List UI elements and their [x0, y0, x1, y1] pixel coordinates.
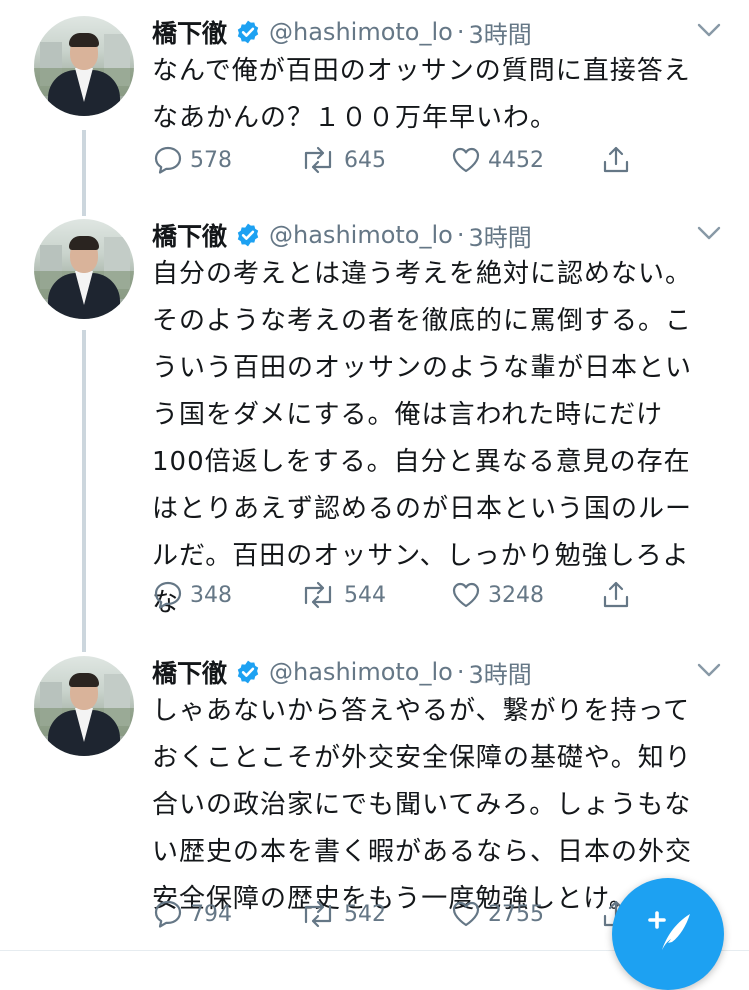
verified-badge-icon [235, 659, 261, 685]
like-button[interactable]: 4452 [450, 142, 544, 178]
share-icon [603, 581, 629, 608]
author-name[interactable]: 橋下徹 [152, 654, 227, 690]
retweet-button[interactable]: 645 [298, 142, 386, 178]
retweet-icon [304, 900, 332, 928]
like-count: 2755 [488, 901, 544, 927]
tweet[interactable]: 橋下徹 @hashimoto_lo · 3時間 自分の考えとは違う考えを絶対に認… [0, 203, 749, 643]
share-button[interactable] [600, 577, 632, 613]
retweet-button[interactable]: 544 [298, 577, 386, 613]
retweet-icon [304, 581, 332, 609]
author-name[interactable]: 橋下徹 [152, 14, 227, 50]
chevron-down-icon[interactable] [696, 223, 722, 243]
separator-dot: · [456, 221, 465, 249]
reply-button[interactable]: 794 [152, 896, 232, 932]
retweet-count: 542 [344, 901, 386, 927]
like-button[interactable]: 2755 [450, 896, 544, 932]
tweet-text: 自分の考えとは違う考えを絶対に認めない。 そのような考えの者を徹底的に罵倒する。… [152, 259, 693, 618]
retweet-count: 645 [344, 147, 386, 173]
reply-count: 578 [190, 147, 232, 173]
separator-dot: · [456, 658, 465, 686]
like-count: 3248 [488, 582, 544, 608]
tweet-header: 橋下徹 @hashimoto_lo · 3時間 [152, 14, 532, 50]
retweet-button[interactable]: 542 [298, 896, 386, 932]
timestamp[interactable]: 3時間 [468, 655, 531, 690]
retweet-icon [304, 146, 332, 174]
heart-icon [452, 147, 480, 173]
chevron-down-icon[interactable] [696, 20, 722, 40]
tweet-header: 橋下徹 @hashimoto_lo · 3時間 [152, 217, 532, 253]
author-name[interactable]: 橋下徹 [152, 217, 227, 253]
tweet-actions: 348 544 3248 [152, 577, 652, 613]
like-count: 4452 [488, 147, 544, 173]
reply-button[interactable]: 578 [152, 142, 232, 178]
chevron-down-icon[interactable] [696, 660, 722, 680]
reply-icon [154, 900, 182, 928]
tweet[interactable]: 橋下徹 @hashimoto_lo · 3時間 なんで俺が百田のオッサンの質問に… [0, 0, 749, 210]
compose-tweet-icon [648, 911, 690, 950]
author-handle[interactable]: @hashimoto_lo [269, 658, 453, 686]
avatar[interactable] [34, 16, 134, 116]
tweet-header: 橋下徹 @hashimoto_lo · 3時間 [152, 654, 532, 690]
tweet-text: なんで俺が百田のオッサンの質問に直接答え なあかんの？１００万年早いわ。 [152, 56, 691, 133]
reply-icon [154, 581, 182, 609]
avatar[interactable] [34, 219, 134, 319]
heart-icon [452, 901, 480, 927]
avatar[interactable] [34, 656, 134, 756]
share-icon [603, 146, 629, 173]
tweet-actions: 794 542 2755 [152, 896, 652, 932]
like-button[interactable]: 3248 [450, 577, 544, 613]
reply-icon [154, 146, 182, 174]
reply-count: 794 [190, 901, 232, 927]
compose-tweet-button[interactable] [612, 878, 724, 990]
heart-icon [452, 582, 480, 608]
timestamp[interactable]: 3時間 [468, 15, 531, 50]
author-handle[interactable]: @hashimoto_lo [269, 18, 453, 46]
timestamp[interactable]: 3時間 [468, 218, 531, 253]
retweet-count: 544 [344, 582, 386, 608]
verified-badge-icon [235, 222, 261, 248]
author-handle[interactable]: @hashimoto_lo [269, 221, 453, 249]
share-button[interactable] [600, 142, 632, 178]
reply-count: 348 [190, 582, 232, 608]
reply-button[interactable]: 348 [152, 577, 232, 613]
separator-dot: · [456, 18, 465, 46]
tweet-actions: 578 645 4452 [152, 142, 652, 178]
verified-badge-icon [235, 19, 261, 45]
